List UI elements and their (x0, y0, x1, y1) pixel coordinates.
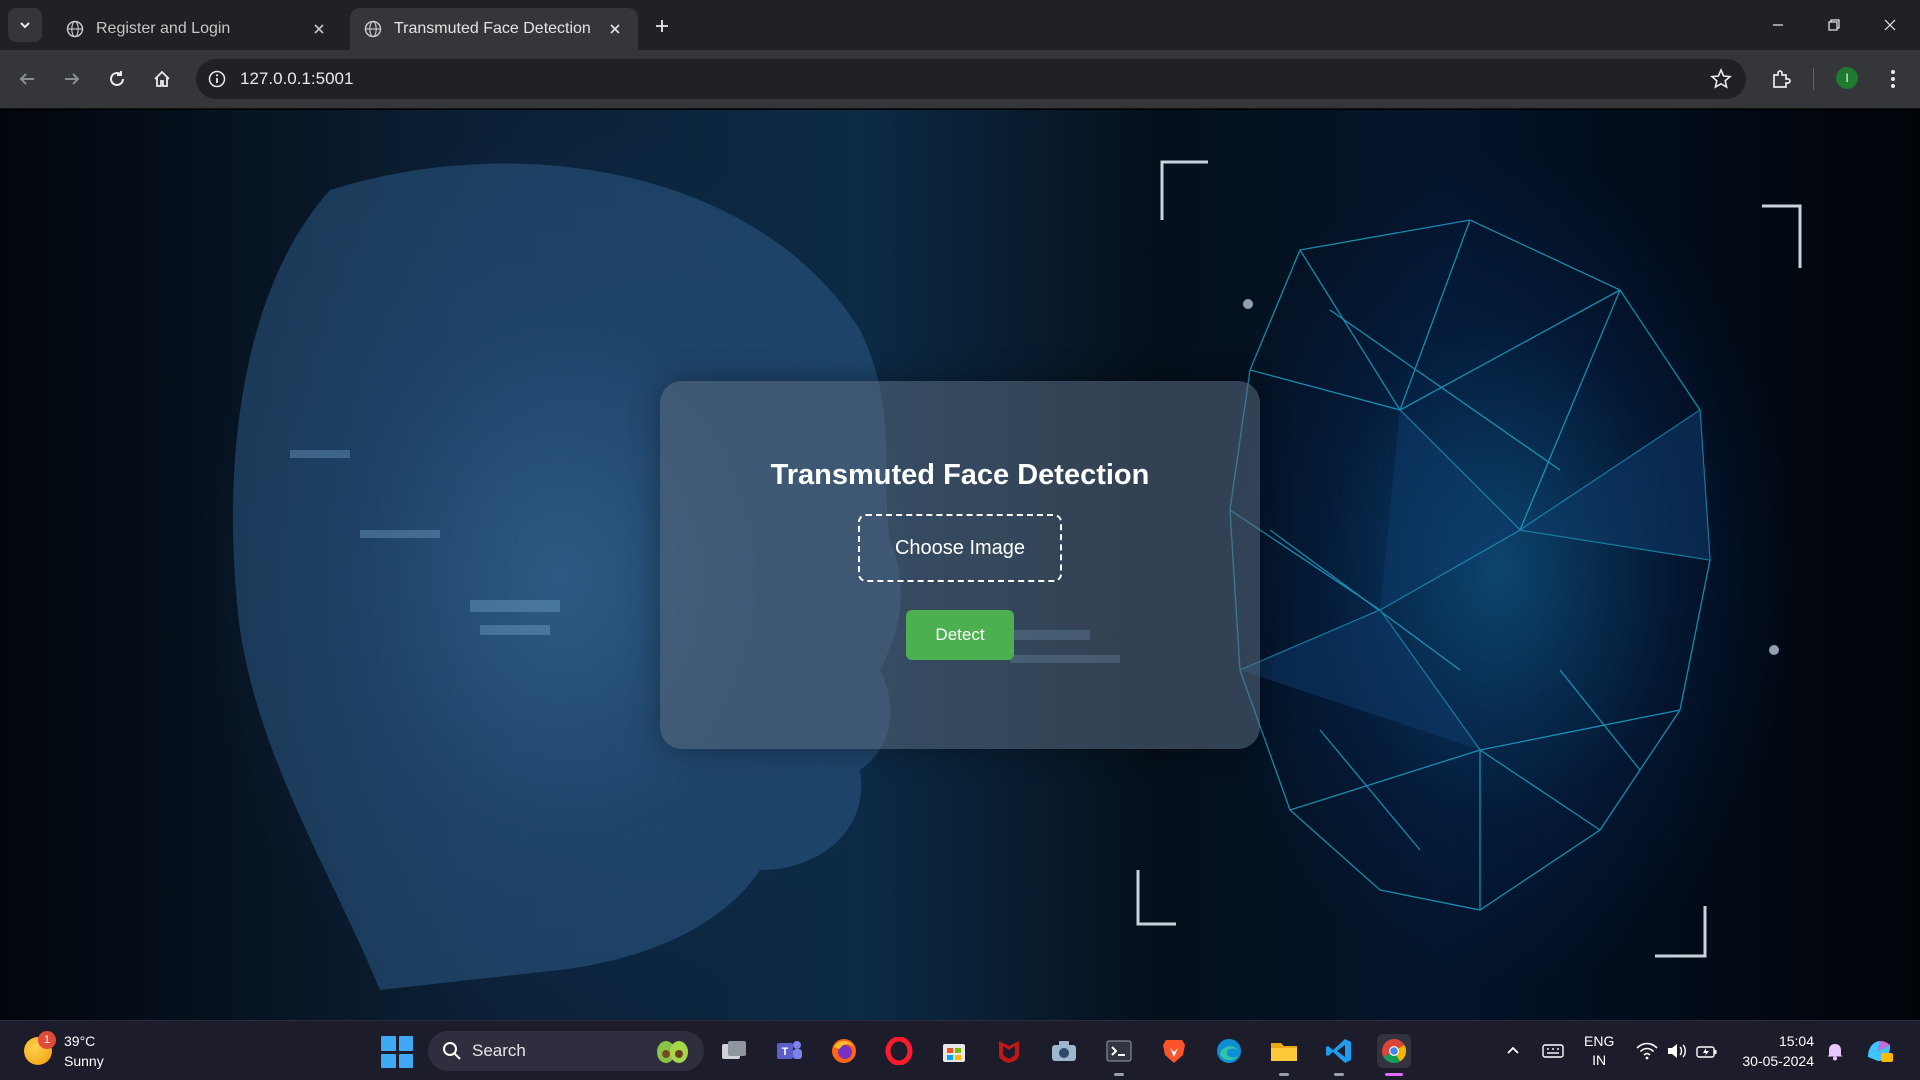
active-indicator (1385, 1073, 1403, 1076)
restore-button[interactable] (1806, 0, 1862, 50)
running-indicator (1114, 1073, 1124, 1076)
home-icon (154, 70, 170, 87)
forward-button[interactable] (55, 62, 89, 96)
lang-line1: ENG (1584, 1033, 1615, 1049)
tab-transmuted-face-detection[interactable]: Transmuted Face Detection (350, 8, 638, 50)
choose-image-label: Choose Image (894, 536, 1026, 559)
system-clock[interactable]: 15:04 30-05-2024 (1730, 1031, 1814, 1071)
microsoft-store-icon[interactable] (937, 1034, 971, 1068)
address-bar[interactable]: 127.0.0.1:5001 (196, 59, 1746, 99)
battery-icon[interactable] (1690, 1034, 1724, 1068)
close-icon[interactable] (606, 20, 624, 38)
windows-taskbar: 1 39°C Sunny Search T ENG IN 15:04 30-05… (0, 1020, 1920, 1080)
clock-time: 15:04 (1778, 1033, 1814, 1049)
tab-register-login[interactable]: Register and Login (52, 8, 342, 50)
profile-avatar[interactable]: I (1836, 67, 1858, 89)
windows-logo-pane (381, 1036, 396, 1051)
weather-condition: Sunny (64, 1053, 104, 1069)
arrow-right-icon (65, 73, 80, 85)
notification-bell-icon[interactable] (1818, 1034, 1852, 1068)
search-icon (443, 1042, 461, 1060)
close-window-button[interactable] (1862, 0, 1918, 50)
minimize-icon (1773, 24, 1783, 26)
running-indicator (1334, 1073, 1344, 1076)
keyboard-icon[interactable] (1536, 1034, 1570, 1068)
volume-icon[interactable] (1660, 1034, 1694, 1068)
detection-card: Transmuted Face Detection Choose Image D… (660, 381, 1260, 749)
notification-badge: 1 (38, 1031, 56, 1049)
lang-line2: IN (1592, 1052, 1607, 1068)
taskbar-search[interactable]: Search (428, 1031, 704, 1071)
browser-tabstrip: Register and Login Transmuted Face Detec… (0, 0, 1920, 50)
close-icon[interactable] (310, 20, 328, 38)
url-text: 127.0.0.1:5001 (240, 69, 354, 88)
tab-title: Register and Login (96, 20, 231, 37)
search-label: Search (472, 1041, 526, 1060)
windows-logo-pane (381, 1053, 396, 1068)
home-button[interactable] (145, 62, 179, 96)
wifi-icon[interactable] (1630, 1034, 1664, 1068)
windows-logo-pane (398, 1036, 413, 1051)
reload-button[interactable] (100, 62, 134, 96)
new-tab-button[interactable] (648, 12, 676, 40)
weather-widget[interactable]: 1 39°C Sunny (24, 1031, 104, 1071)
mcafee-icon[interactable] (992, 1034, 1026, 1068)
tab-title: Transmuted Face Detection (394, 20, 591, 37)
terminal-icon[interactable] (1102, 1034, 1136, 1068)
tab-search-button[interactable] (8, 8, 42, 42)
toolbar-divider (1813, 68, 1814, 90)
extensions-button[interactable] (1764, 62, 1798, 96)
minimize-button[interactable] (1750, 0, 1806, 50)
chevron-down-icon (20, 22, 30, 29)
kebab-menu-icon (1891, 70, 1895, 88)
bookmark-star-icon[interactable] (1710, 67, 1732, 95)
language-indicator[interactable]: ENG IN (1584, 1021, 1614, 1080)
sun-icon: 1 (24, 1031, 56, 1065)
copilot-icon[interactable] (1862, 1034, 1896, 1068)
task-view-icon[interactable] (717, 1034, 751, 1068)
page-title: Transmuted Face Detection (770, 459, 1150, 491)
svg-text:T: T (782, 1046, 789, 1058)
avocado-icon (657, 1041, 688, 1063)
puzzle-icon (1773, 70, 1791, 88)
running-indicator (1279, 1073, 1289, 1076)
close-icon (1884, 19, 1896, 31)
browser-toolbar: 127.0.0.1:5001 (0, 50, 1920, 109)
firefox-icon[interactable] (827, 1034, 861, 1068)
start-button[interactable] (381, 1036, 413, 1068)
back-button[interactable] (10, 62, 44, 96)
site-info-icon[interactable] (204, 66, 230, 92)
camera-icon[interactable] (1047, 1034, 1081, 1068)
opera-icon[interactable] (882, 1034, 916, 1068)
brave-icon[interactable] (1157, 1034, 1191, 1068)
clock-date: 30-05-2024 (1742, 1053, 1814, 1069)
edge-icon[interactable] (1212, 1034, 1246, 1068)
chrome-icon[interactable] (1377, 1034, 1411, 1068)
globe-icon (66, 20, 84, 38)
choose-image-button[interactable]: Choose Image (858, 514, 1062, 582)
weather-temp: 39°C (64, 1033, 96, 1049)
windows-logo-pane (398, 1053, 413, 1068)
teams-icon[interactable]: T (772, 1034, 806, 1068)
detect-button[interactable]: Detect (906, 610, 1014, 660)
menu-button[interactable] (1876, 62, 1910, 96)
restore-icon (1828, 19, 1840, 31)
file-explorer-icon[interactable] (1267, 1034, 1301, 1068)
page-viewport: Transmuted Face Detection Choose Image D… (0, 110, 1920, 1020)
vscode-icon[interactable] (1322, 1034, 1356, 1068)
arrow-left-icon (19, 73, 34, 85)
tray-chevron-up-icon[interactable] (1496, 1034, 1530, 1068)
globe-icon (364, 20, 382, 38)
reload-icon (110, 71, 124, 86)
plus-icon (656, 20, 668, 32)
